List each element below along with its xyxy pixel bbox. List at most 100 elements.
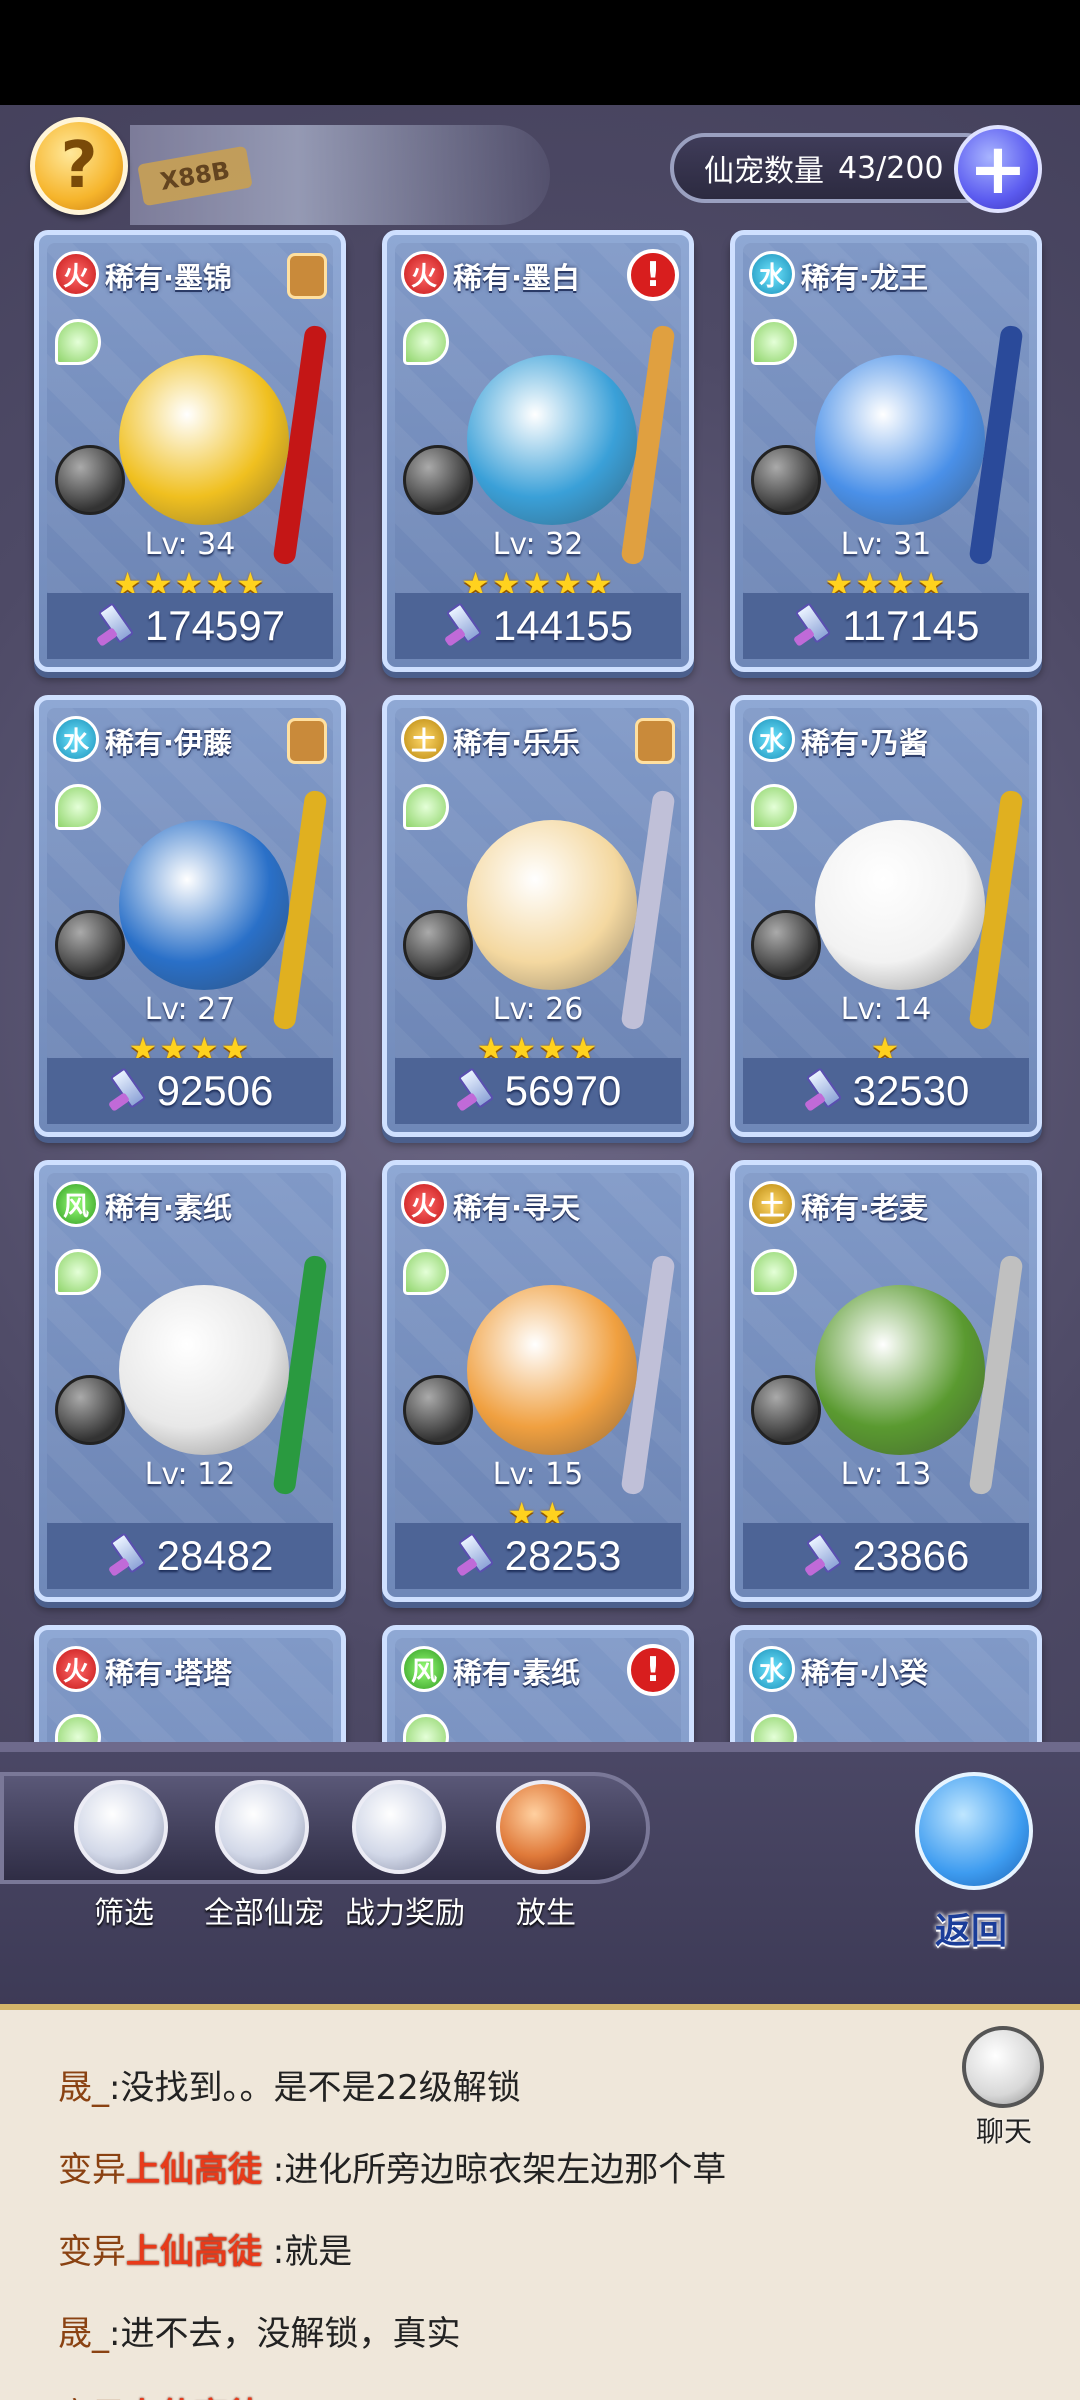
pet-figure [815,1285,985,1455]
sword-icon [443,604,479,648]
combat-power: 174597 [47,593,333,659]
iron-ball-icon [55,1375,125,1445]
lock-icon[interactable] [635,718,675,764]
pet-card[interactable]: 风稀有·素纸 Lv: 12 28482 [34,1160,346,1602]
sword-icon [803,1534,839,1578]
pet-level: Lv: 15 [492,1457,584,1492]
message-sender[interactable]: 晟_ [58,2068,109,2108]
message-prefix: 变异 [58,2150,126,2190]
pet-card[interactable]: 水稀有·龙王 Lv: 31 ★★★★ 117145 [730,230,1042,672]
sword-icon [792,604,828,648]
power-value: 144155 [492,602,634,649]
message-text: :。。 [262,2396,335,2400]
chat-panel[interactable]: 聊天 晟_:没找到。。是不是22级解锁 变异上仙高徒 :进化所旁边晾衣架左边那个草… [0,2010,1080,2400]
message-prefix: 变异 [58,2396,126,2400]
message-sender-title[interactable]: 上仙高徒 [126,2232,262,2272]
leaf-icon [55,784,101,830]
sword-icon [107,1069,143,1113]
filter-label: 筛选 [94,1896,154,1931]
combat-power: 23866 [743,1523,1029,1589]
combat-power: 56970 [395,1058,681,1124]
power-value: 92506 [156,1067,274,1114]
lock-icon[interactable] [287,718,327,764]
release-label: 放生 [516,1896,576,1931]
pet-name: 稀有·龙王 [801,261,929,295]
pet-level: Lv: 27 [144,992,236,1027]
pet-level: Lv: 34 [144,527,236,562]
sword-icon [95,604,131,648]
plus-icon: + [968,128,1028,210]
power-value: 174597 [144,602,286,649]
iron-ball-icon [403,445,473,515]
pet-name: 稀有·乐乐 [453,726,581,760]
pet-card[interactable]: 火稀有·墨白! Lv: 32 ★★★★★ 144155 [382,230,694,672]
back-button[interactable] [915,1772,1033,1890]
decor-banner: X88B [130,125,550,225]
pet-card[interactable]: 水稀有·乃酱 Lv: 14 ★ 32530 [730,695,1042,1137]
add-pet-slot-button[interactable]: + [954,125,1042,213]
pet-figure [467,820,637,990]
iron-ball-icon [403,1375,473,1445]
message-text: :就是 [262,2232,353,2272]
all-pets-button[interactable] [215,1780,309,1874]
iron-ball-icon [55,910,125,980]
combat-power: 28482 [47,1523,333,1589]
release-button[interactable] [496,1780,590,1874]
combat-power: 144155 [395,593,681,659]
pet-level: Lv: 13 [840,1457,932,1492]
leaf-icon [403,319,449,365]
pet-name: 稀有·伊藤 [105,726,233,760]
power-value: 56970 [504,1067,622,1114]
pet-card[interactable]: 土稀有·乐乐 Lv: 26 ★★★★ 56970 [382,695,694,1137]
alert-icon: ! [627,1644,679,1696]
chat-message: 变异上仙高徒 :就是 [58,2224,352,2273]
pet-count-label: 仙宠数量 [704,154,824,189]
help-button[interactable]: ? [30,117,128,215]
filter-button[interactable] [74,1780,168,1874]
message-prefix: 变异 [58,2232,126,2272]
message-sender-title[interactable]: 上仙高徒 [126,2396,262,2400]
question-icon: ? [60,129,98,203]
element-fire-icon: 火 [53,1646,99,1692]
pet-card[interactable]: 火稀有·墨锦 Lv: 34 ★★★★★ 174597 [34,230,346,672]
chat-button[interactable] [962,2026,1044,2108]
pet-count-box: 仙宠数量 43/200 [670,133,1000,203]
pet-level: Lv: 26 [492,992,584,1027]
pet-level: Lv: 14 [840,992,932,1027]
sword-icon [455,1069,491,1113]
pet-figure [119,355,289,525]
power-reward-button[interactable] [352,1780,446,1874]
pet-name: 稀有·墨锦 [105,261,233,295]
message-text: :没找到。。是不是22级解锁 [109,2068,521,2108]
all-pets-label: 全部仙宠 [204,1896,324,1931]
banner-tag: X88B [137,145,253,207]
pet-card[interactable]: 火稀有·寻天 Lv: 15 ★★ 28253 [382,1160,694,1602]
pet-figure [467,1285,637,1455]
pet-card[interactable]: 水稀有·伊藤 Lv: 27 ★★★★ 92506 [34,695,346,1137]
pet-figure [815,355,985,525]
iron-ball-icon [403,910,473,980]
element-fire-icon: 火 [401,1181,447,1227]
chat-message: 晟_:没找到。。是不是22级解锁 [58,2060,521,2109]
iron-ball-icon [55,445,125,515]
pet-figure [815,820,985,990]
power-value: 32530 [852,1067,970,1114]
pet-name: 稀有·塔塔 [105,1656,233,1690]
pet-figure [119,820,289,990]
combat-power: 32530 [743,1058,1029,1124]
pet-level: Lv: 31 [840,527,932,562]
combat-power: 28253 [395,1523,681,1589]
leaf-icon [751,319,797,365]
combat-power: 117145 [743,593,1029,659]
lock-icon[interactable] [287,253,327,299]
pet-name: 稀有·乃酱 [801,726,929,760]
message-sender[interactable]: 晟_ [58,2314,109,2354]
pet-card[interactable]: 土稀有·老麦 Lv: 13 23866 [730,1160,1042,1602]
iron-ball-icon [751,445,821,515]
chat-message: 变异上仙高徒 :。。 [58,2388,335,2400]
back-label: 返回 [935,1911,1008,1952]
message-text: :进化所旁边晾衣架左边那个草 [262,2150,727,2190]
message-sender-title[interactable]: 上仙高徒 [126,2150,262,2190]
element-wind-icon: 风 [53,1181,99,1227]
status-bar [0,0,1080,105]
